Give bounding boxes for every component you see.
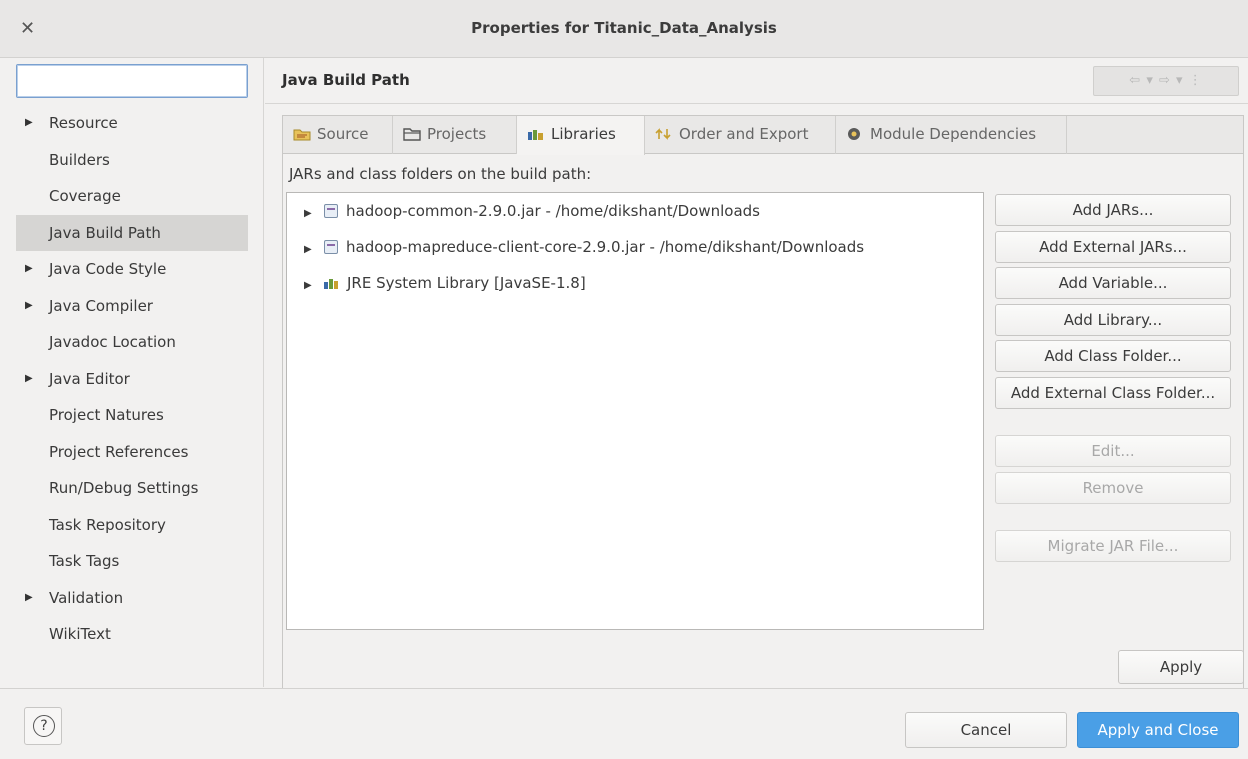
- sidebar-item-label: Project References: [49, 442, 189, 461]
- sidebar-item-label: Coverage: [49, 187, 121, 205]
- sidebar-item-project-natures[interactable]: Project Natures: [16, 397, 248, 434]
- apply-and-close-button[interactable]: Apply and Close: [1077, 712, 1239, 748]
- more-menu-icon[interactable]: ⋮: [1189, 73, 1203, 88]
- divider: [265, 103, 1248, 104]
- back-arrow-icon[interactable]: ⇦: [1129, 73, 1141, 88]
- tab-projects[interactable]: Projects: [393, 116, 517, 154]
- tab-label: Libraries: [551, 125, 616, 143]
- migrate-jar-button[interactable]: Migrate JAR File...: [995, 530, 1231, 562]
- list-item[interactable]: ▶ hadoop-common-2.9.0.jar - /home/dikshan…: [287, 193, 760, 229]
- jar-icon: [324, 240, 338, 254]
- expand-arrow-icon[interactable]: ▶: [25, 251, 33, 288]
- libraries-heading: JARs and class folders on the build path…: [289, 165, 592, 183]
- forward-arrow-icon[interactable]: ⇨: [1159, 73, 1171, 88]
- title-bar: ✕ Properties for Titanic_Data_Analysis: [0, 0, 1248, 58]
- preferences-tree: ▶ Resource Builders Coverage Java Build P…: [16, 105, 248, 653]
- sidebar-item-task-tags[interactable]: Task Tags: [16, 543, 248, 580]
- expand-arrow-icon[interactable]: ▶: [304, 268, 324, 304]
- sidebar-item-builders[interactable]: Builders: [16, 142, 248, 179]
- add-external-jars-button[interactable]: Add External JARs...: [995, 231, 1231, 263]
- sidebar-item-validation[interactable]: ▶ Validation: [16, 580, 248, 617]
- sidebar: ▶ Resource Builders Coverage Java Build P…: [0, 58, 264, 687]
- sidebar-item-project-references[interactable]: Project References: [16, 434, 248, 471]
- add-library-button[interactable]: Add Library...: [995, 304, 1231, 336]
- main-panel: Java Build Path ⇦ ▾ ⇨ ▾ ⋮ Source Project…: [265, 58, 1248, 696]
- sidebar-item-label: Validation: [49, 588, 124, 607]
- sidebar-item-run-debug-settings[interactable]: Run/Debug Settings: [16, 470, 248, 507]
- history-nav-buttons[interactable]: ⇦ ▾ ⇨ ▾ ⋮: [1093, 66, 1239, 96]
- tab-label: Projects: [427, 125, 487, 143]
- apply-button[interactable]: Apply: [1118, 650, 1244, 684]
- libraries-icon: [528, 130, 543, 140]
- sidebar-item-label: Builders: [49, 150, 110, 169]
- list-item-label: hadoop-common-2.9.0.jar - /home/dikshant…: [346, 202, 761, 220]
- add-jars-button[interactable]: Add JARs...: [995, 194, 1231, 226]
- edit-button[interactable]: Edit...: [995, 435, 1231, 467]
- tab-libraries[interactable]: Libraries: [517, 116, 645, 155]
- help-icon: ?: [33, 715, 55, 737]
- sidebar-item-label: Java Build Path: [49, 223, 161, 242]
- sidebar-item-label: Project Natures: [49, 406, 164, 424]
- tab-label: Module Dependencies: [870, 125, 1037, 143]
- expand-arrow-icon[interactable]: ▶: [25, 580, 33, 617]
- dialog-footer: ? Cancel Apply and Close: [0, 688, 1248, 759]
- expand-arrow-icon[interactable]: ▶: [304, 196, 324, 232]
- tab-order-and-export[interactable]: Order and Export: [645, 116, 836, 154]
- sidebar-item-label: Java Compiler: [49, 296, 153, 315]
- list-item[interactable]: ▶ JRE System Library [JavaSE-1.8]: [287, 265, 586, 301]
- remove-button[interactable]: Remove: [995, 472, 1231, 504]
- sidebar-item-label: Task Repository: [49, 515, 166, 534]
- sidebar-item-java-compiler[interactable]: ▶ Java Compiler: [16, 288, 248, 325]
- tab-label: Order and Export: [679, 125, 809, 143]
- list-item-label: JRE System Library [JavaSE-1.8]: [347, 274, 586, 292]
- sidebar-item-label: Run/Debug Settings: [49, 479, 199, 497]
- sidebar-item-label: Task Tags: [49, 552, 120, 570]
- add-external-class-folder-button[interactable]: Add External Class Folder...: [995, 377, 1231, 409]
- jar-icon: [324, 204, 338, 218]
- build-path-tabs: Source Projects Libraries Order and Expo…: [282, 115, 1244, 696]
- expand-arrow-icon[interactable]: ▶: [304, 232, 324, 268]
- list-item[interactable]: ▶ hadoop-mapreduce-client-core-2.9.0.jar …: [287, 229, 864, 265]
- window-title: Properties for Titanic_Data_Analysis: [471, 19, 777, 37]
- sidebar-item-label: Java Editor: [49, 369, 130, 388]
- cancel-button[interactable]: Cancel: [905, 712, 1067, 748]
- sidebar-item-java-editor[interactable]: ▶ Java Editor: [16, 361, 248, 398]
- sidebar-item-label: Javadoc Location: [49, 333, 176, 351]
- chevron-down-icon[interactable]: ▾: [1146, 73, 1154, 88]
- sidebar-item-javadoc-location[interactable]: Javadoc Location: [16, 324, 248, 361]
- tab-bar: Source Projects Libraries Order and Expo…: [283, 116, 1243, 155]
- filter-input[interactable]: [16, 64, 248, 98]
- sidebar-item-label: Resource: [49, 114, 118, 132]
- chevron-down-icon[interactable]: ▾: [1176, 73, 1184, 88]
- module-icon: [848, 128, 860, 140]
- order-export-icon: [655, 128, 671, 140]
- sidebar-item-task-repository[interactable]: Task Repository: [16, 507, 248, 544]
- sidebar-item-java-build-path[interactable]: Java Build Path: [16, 214, 248, 251]
- projects-icon: [403, 128, 421, 141]
- sidebar-item-java-code-style[interactable]: ▶ Java Code Style: [16, 251, 248, 288]
- build-path-list[interactable]: ▶ hadoop-common-2.9.0.jar - /home/dikshan…: [286, 192, 984, 630]
- list-item-label: hadoop-mapreduce-client-core-2.9.0.jar -…: [346, 238, 865, 256]
- page-title: Java Build Path: [282, 71, 410, 89]
- expand-arrow-icon[interactable]: ▶: [25, 288, 33, 325]
- source-folder-icon: [293, 129, 311, 141]
- add-class-folder-button[interactable]: Add Class Folder...: [995, 340, 1231, 372]
- sidebar-item-resource[interactable]: ▶ Resource: [16, 105, 248, 142]
- expand-arrow-icon[interactable]: ▶: [25, 105, 33, 142]
- expand-arrow-icon[interactable]: ▶: [25, 361, 33, 398]
- sidebar-item-coverage[interactable]: Coverage: [16, 178, 248, 215]
- sidebar-item-wikitext[interactable]: WikiText: [16, 616, 248, 653]
- tab-module-dependencies[interactable]: Module Dependencies: [836, 116, 1067, 154]
- add-variable-button[interactable]: Add Variable...: [995, 267, 1231, 299]
- sidebar-item-label: Java Code Style: [49, 260, 167, 278]
- sidebar-item-label: WikiText: [49, 625, 111, 643]
- help-button[interactable]: ?: [24, 707, 62, 745]
- tab-source[interactable]: Source: [283, 116, 393, 154]
- library-icon: [324, 277, 339, 289]
- tab-label: Source: [317, 125, 369, 143]
